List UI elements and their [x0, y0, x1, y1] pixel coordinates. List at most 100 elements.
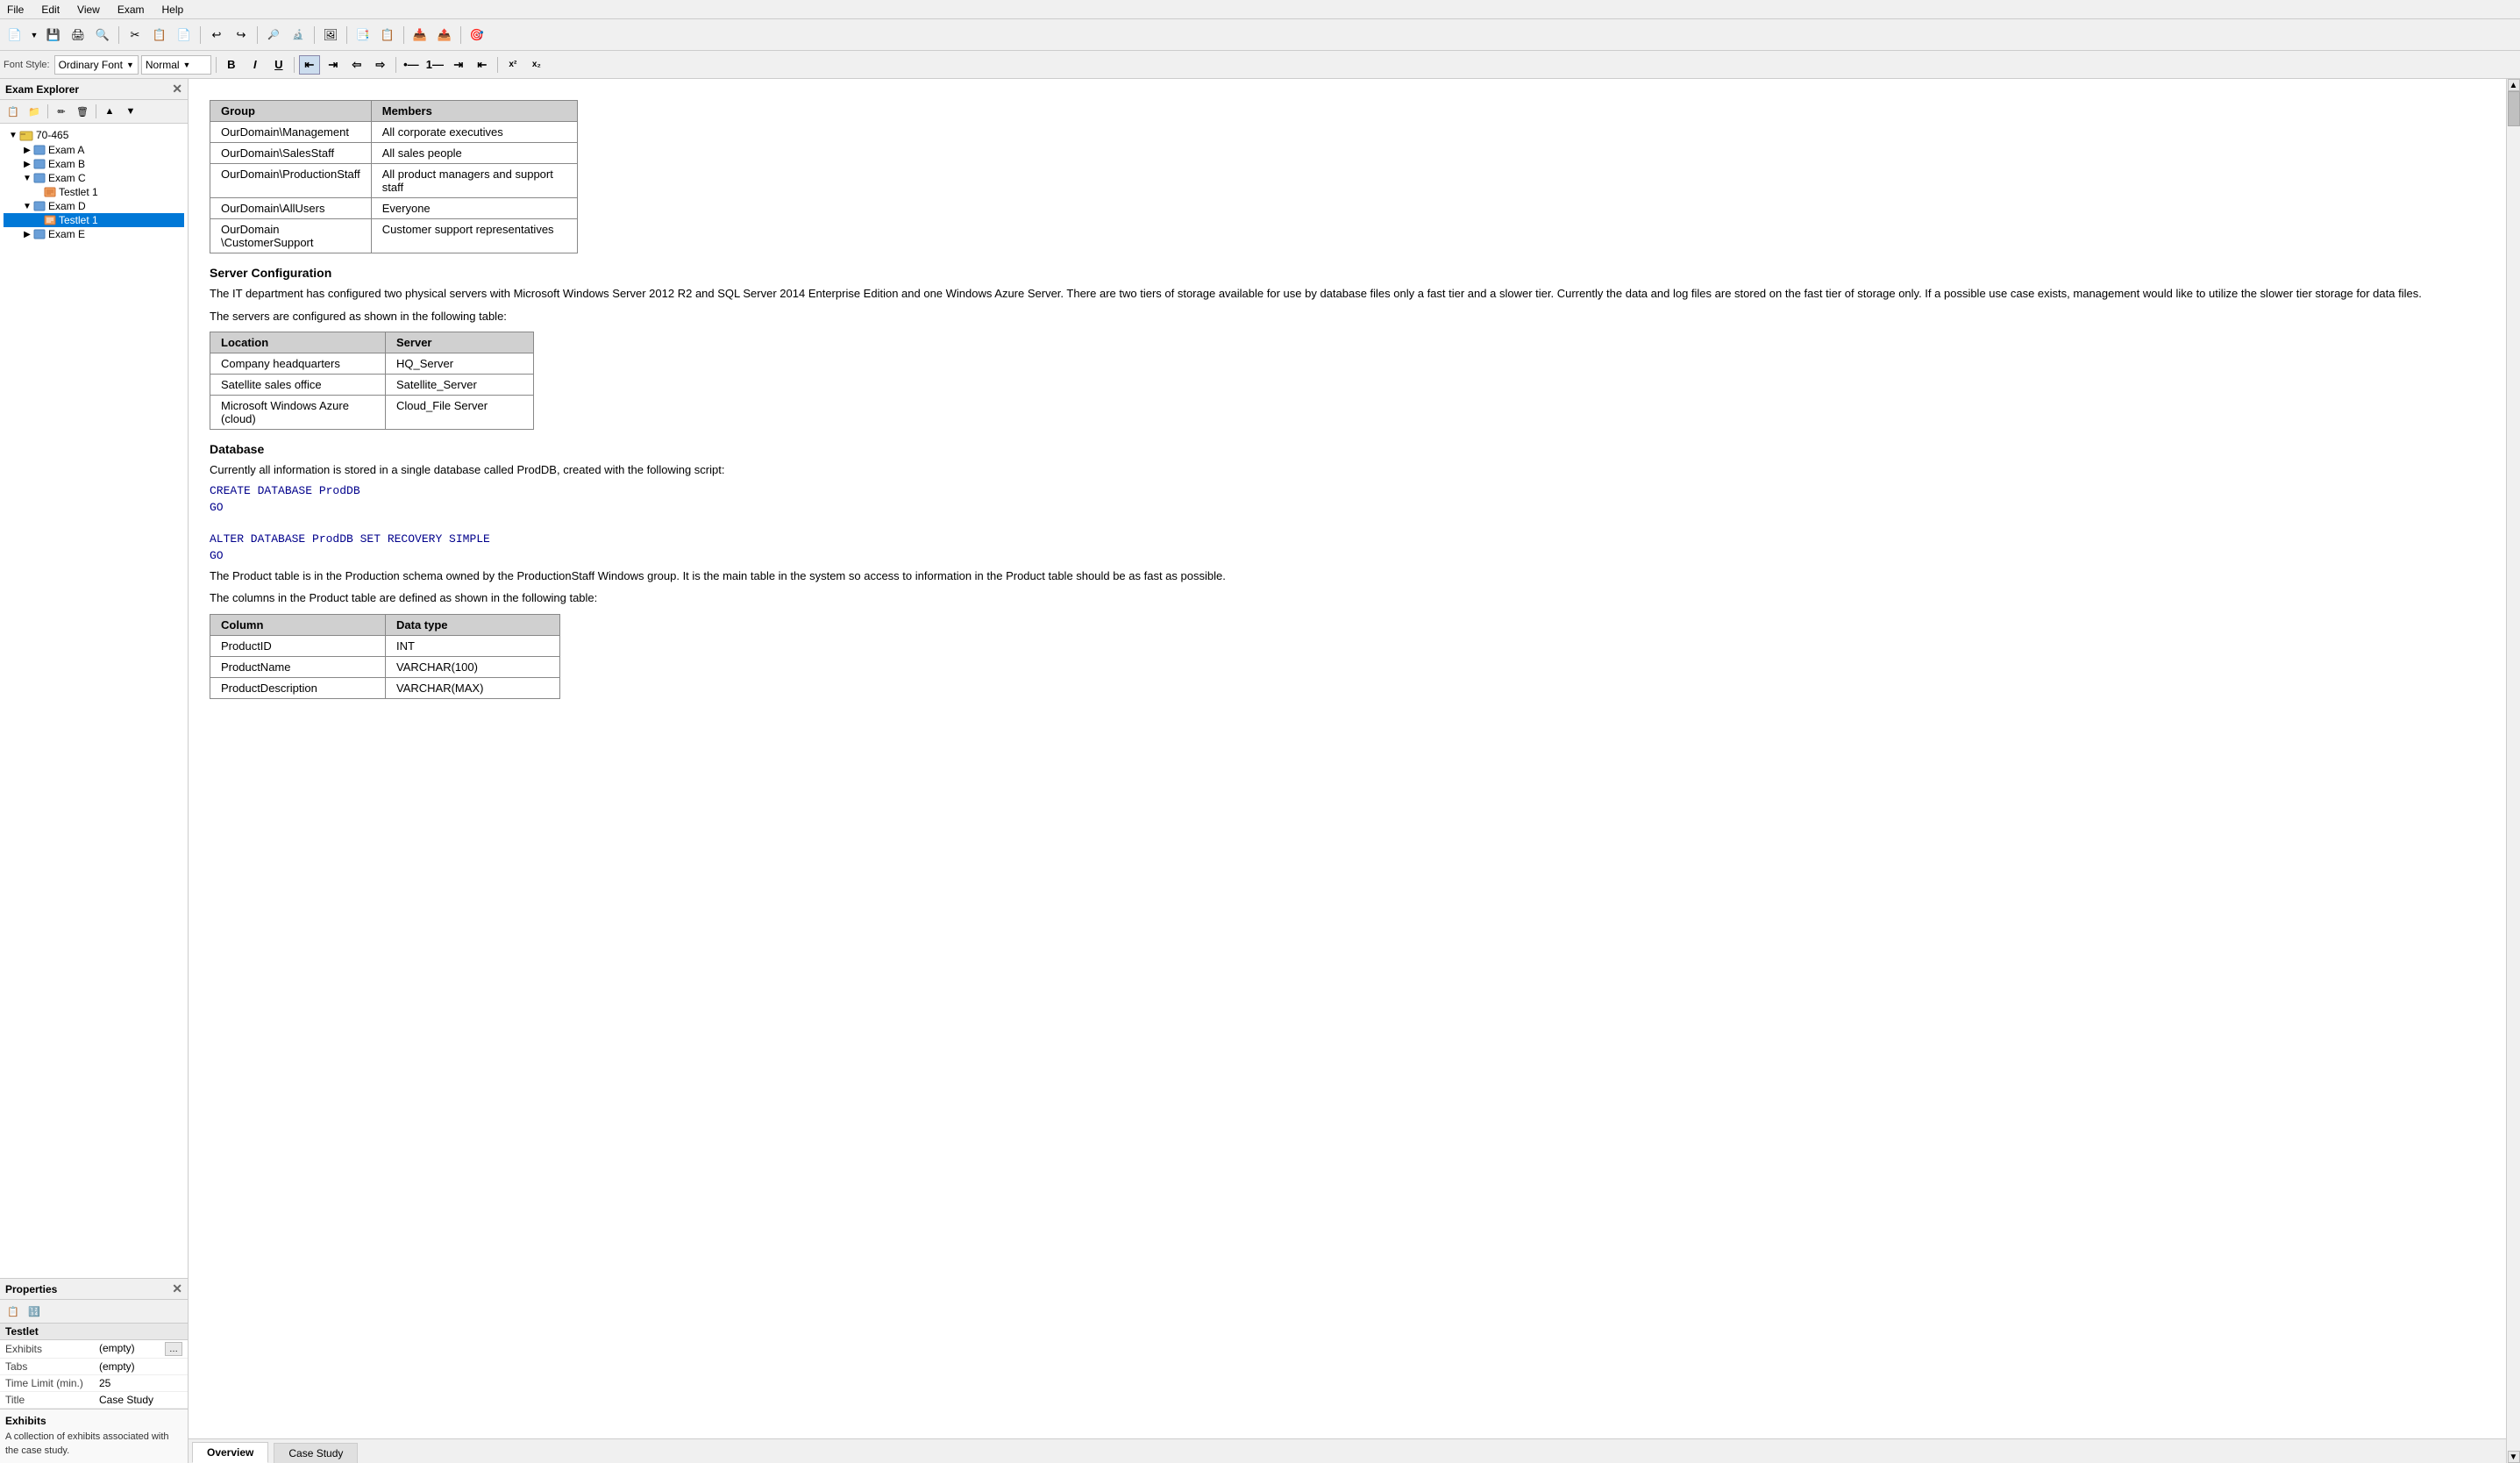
scroll-track[interactable]: [2508, 91, 2520, 1451]
tree-item-root[interactable]: ▼ 70-465: [4, 127, 184, 143]
image-btn[interactable]: 🖼: [319, 24, 342, 46]
bold-btn[interactable]: B: [221, 55, 242, 75]
font-name-dropdown[interactable]: Ordinary Font ▼: [54, 55, 139, 75]
tree-label-examD: Exam D: [48, 200, 86, 212]
tree-item-examB[interactable]: ▶ Exam B: [4, 157, 184, 171]
table1-btn[interactable]: 📑: [352, 24, 374, 46]
servers-cell-loc-2: Microsoft Windows Azure(cloud): [210, 396, 386, 430]
superscript-btn[interactable]: x²: [502, 55, 523, 75]
tree-expand-examE[interactable]: ▶: [21, 230, 33, 239]
groups-row-4: OurDomain\CustomerSupport Customer suppo…: [210, 219, 578, 253]
groups-cell-members-4: Customer support representatives: [371, 219, 577, 253]
content-scroll[interactable]: Group Members OurDomain\Management All c…: [189, 79, 2506, 1438]
tree-item-examA[interactable]: ▶ Exam A: [4, 143, 184, 157]
subscript-btn[interactable]: x₂: [526, 55, 547, 75]
tab-case-study[interactable]: Case Study: [274, 1443, 358, 1463]
tree-item-testlet1D[interactable]: Testlet 1: [4, 213, 184, 227]
font-style-label: Font Style:: [4, 60, 50, 70]
scroll-down-btn[interactable]: ▼: [2508, 1451, 2520, 1463]
print-btn[interactable]: 🖨: [67, 24, 89, 46]
tree-label-examC: Exam C: [48, 172, 86, 184]
tree-label-examE: Exam E: [48, 228, 85, 240]
style-dropdown[interactable]: Normal ▼: [141, 55, 211, 75]
tree-expand-examB[interactable]: ▶: [21, 160, 33, 169]
underline-btn[interactable]: U: [268, 55, 289, 75]
scroll-thumb[interactable]: [2508, 91, 2520, 126]
tree-item-testlet1C[interactable]: Testlet 1: [4, 185, 184, 199]
redo-btn[interactable]: ↪: [230, 24, 253, 46]
properties-close[interactable]: ✕: [172, 1281, 182, 1296]
ee-btn-1[interactable]: 📋: [4, 102, 23, 121]
ee-btn-down[interactable]: ▼: [121, 102, 140, 121]
align-left-btn[interactable]: ⇤: [299, 55, 320, 75]
groups-cell-group-1: OurDomain\SalesStaff: [210, 143, 372, 164]
findreplace-btn[interactable]: 🔬: [287, 24, 310, 46]
align-center-btn[interactable]: ⇥: [323, 55, 344, 75]
left-panel: Exam Explorer ✕ 📋 📁 ✏ 🗑 ▲ ▼ ▼ 70-465: [0, 79, 189, 1463]
menu-view[interactable]: View: [74, 3, 103, 17]
new-dropdown-btn[interactable]: ▼: [28, 24, 40, 46]
extra-btn[interactable]: 🎯: [466, 24, 488, 46]
fmt-sep-4: [497, 57, 498, 73]
cut-btn[interactable]: ✂: [124, 24, 146, 46]
groups-row-1: OurDomain\SalesStaff All sales people: [210, 143, 578, 164]
tree-label-testlet1D: Testlet 1: [59, 214, 98, 226]
tree-expand-root[interactable]: ▼: [7, 131, 19, 140]
content-tabs: Overview Case Study: [189, 1438, 2506, 1463]
fmt-sep-1: [216, 57, 217, 73]
product-header-column: Column: [210, 614, 386, 635]
menu-exam[interactable]: Exam: [114, 3, 148, 17]
groups-cell-members-0: All corporate executives: [371, 122, 577, 143]
import-btn[interactable]: 📥: [409, 24, 431, 46]
tree-label-root: 70-465: [36, 129, 68, 141]
copy-btn[interactable]: 📋: [148, 24, 171, 46]
product-cell-dt-1: VARCHAR(100): [386, 656, 560, 677]
menu-file[interactable]: File: [4, 3, 27, 17]
exhibits-title: Exhibits: [5, 1415, 182, 1427]
find-btn[interactable]: 🔎: [262, 24, 285, 46]
align-justify-btn[interactable]: ⇨: [370, 55, 391, 75]
bullet-list-btn[interactable]: •—: [401, 55, 422, 75]
ee-btn-3[interactable]: ✏: [52, 102, 71, 121]
tree-item-examD[interactable]: ▼ Exam D: [4, 199, 184, 213]
exam-explorer-close[interactable]: ✕: [172, 82, 182, 96]
italic-btn[interactable]: I: [245, 55, 266, 75]
new-btn[interactable]: 📄: [4, 24, 26, 46]
prop-value-title: Case Study: [94, 1392, 188, 1409]
tree-expand-examA[interactable]: ▶: [21, 146, 33, 155]
servers-header-server: Server: [386, 332, 534, 353]
servers-header-location: Location: [210, 332, 386, 353]
product-row-1: ProductName VARCHAR(100): [210, 656, 560, 677]
print-preview-btn[interactable]: 🔍: [91, 24, 114, 46]
groups-cell-group-4: OurDomain\CustomerSupport: [210, 219, 372, 253]
numbered-list-btn[interactable]: 1—: [424, 55, 445, 75]
prop-btn-1[interactable]: 📋: [4, 1302, 23, 1321]
menu-help[interactable]: Help: [159, 3, 188, 17]
exam-explorer-header: Exam Explorer ✕: [0, 79, 188, 100]
properties-panel: Properties ✕ 📋 🔢 Testlet Exhibits (empty…: [0, 1278, 188, 1409]
tree-item-examE[interactable]: ▶ Exam E: [4, 227, 184, 241]
tb-sep-2: [200, 26, 201, 44]
undo-btn[interactable]: ↩: [205, 24, 228, 46]
ee-btn-up[interactable]: ▲: [100, 102, 119, 121]
prop-btn-2[interactable]: 🔢: [25, 1302, 44, 1321]
exhibits-edit-btn[interactable]: …: [165, 1342, 182, 1356]
product-cell-dt-0: INT: [386, 635, 560, 656]
tree-expand-examD[interactable]: ▼: [21, 202, 33, 211]
paste-btn[interactable]: 📄: [173, 24, 196, 46]
save-btn[interactable]: 💾: [42, 24, 65, 46]
tree-item-examC[interactable]: ▼ Exam C: [4, 171, 184, 185]
tree-expand-examC[interactable]: ▼: [21, 174, 33, 183]
indent-decrease-btn[interactable]: ⇤: [472, 55, 493, 75]
indent-increase-btn[interactable]: ⇥: [448, 55, 469, 75]
scroll-up-btn[interactable]: ▲: [2508, 79, 2520, 91]
groups-row-3: OurDomain\AllUsers Everyone: [210, 198, 578, 219]
table2-btn[interactable]: 📋: [376, 24, 399, 46]
align-right-btn[interactable]: ⇦: [346, 55, 367, 75]
tab-overview[interactable]: Overview: [192, 1442, 268, 1463]
menu-edit[interactable]: Edit: [38, 3, 63, 17]
exam-explorer-title: Exam Explorer: [5, 83, 79, 96]
ee-btn-4[interactable]: 🗑: [73, 102, 92, 121]
export-btn[interactable]: 📤: [433, 24, 456, 46]
ee-btn-2[interactable]: 📁: [25, 102, 44, 121]
